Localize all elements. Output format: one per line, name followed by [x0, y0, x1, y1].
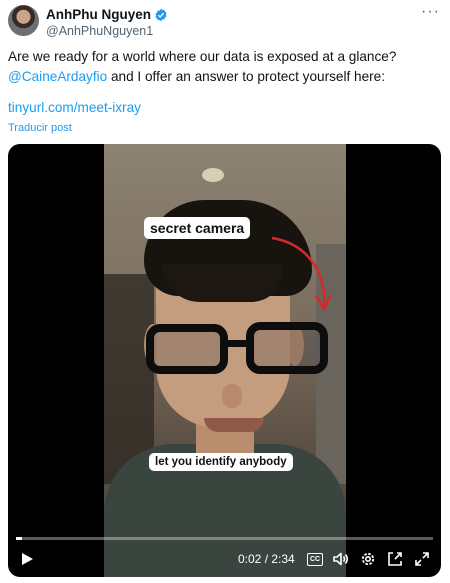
translate-link[interactable]: Traducir post	[8, 122, 72, 134]
mention-link[interactable]: @CaineArdayfio	[8, 69, 107, 84]
external-link[interactable]: tinyurl.com/meet-ixray	[8, 100, 141, 115]
video-progress-bar[interactable]	[16, 537, 433, 540]
more-icon[interactable]: ···	[421, 3, 440, 21]
tweet-text-line2: and I offer an answer to protect yoursel…	[107, 69, 386, 84]
cc-icon[interactable]: CC	[306, 550, 324, 568]
popout-icon[interactable]	[386, 550, 404, 568]
tweet: AnhPhu Nguyen @AnhPhuNguyen1 ··· Are we …	[0, 0, 450, 583]
display-name[interactable]: AnhPhu Nguyen	[46, 7, 151, 22]
fullscreen-icon[interactable]	[413, 550, 431, 568]
video-time: 0:02 / 2:34	[238, 552, 295, 566]
video-player[interactable]: secret camera let you identify anybody 0…	[8, 144, 441, 577]
handle[interactable]: @AnhPhuNguyen1	[46, 24, 153, 38]
tweet-header: AnhPhu Nguyen @AnhPhuNguyen1 ···	[8, 3, 442, 41]
tweet-text: Are we ready for a world where our data …	[8, 47, 438, 87]
avatar[interactable]	[8, 5, 39, 36]
caption-secret-camera: secret camera	[144, 217, 251, 239]
annotation-arrow	[271, 236, 333, 312]
video-frame: secret camera let you identify anybody	[104, 144, 346, 577]
play-icon[interactable]	[20, 552, 34, 566]
name-row: AnhPhu Nguyen	[46, 7, 168, 22]
settings-icon[interactable]	[359, 550, 377, 568]
volume-icon[interactable]	[332, 550, 350, 568]
video-controls: 0:02 / 2:34 CC	[8, 544, 441, 574]
caption-identify: let you identify anybody	[149, 453, 293, 471]
verified-icon	[155, 8, 167, 21]
tweet-text-line1: Are we ready for a world where our data …	[8, 49, 397, 64]
video-progress-fill	[16, 537, 22, 540]
